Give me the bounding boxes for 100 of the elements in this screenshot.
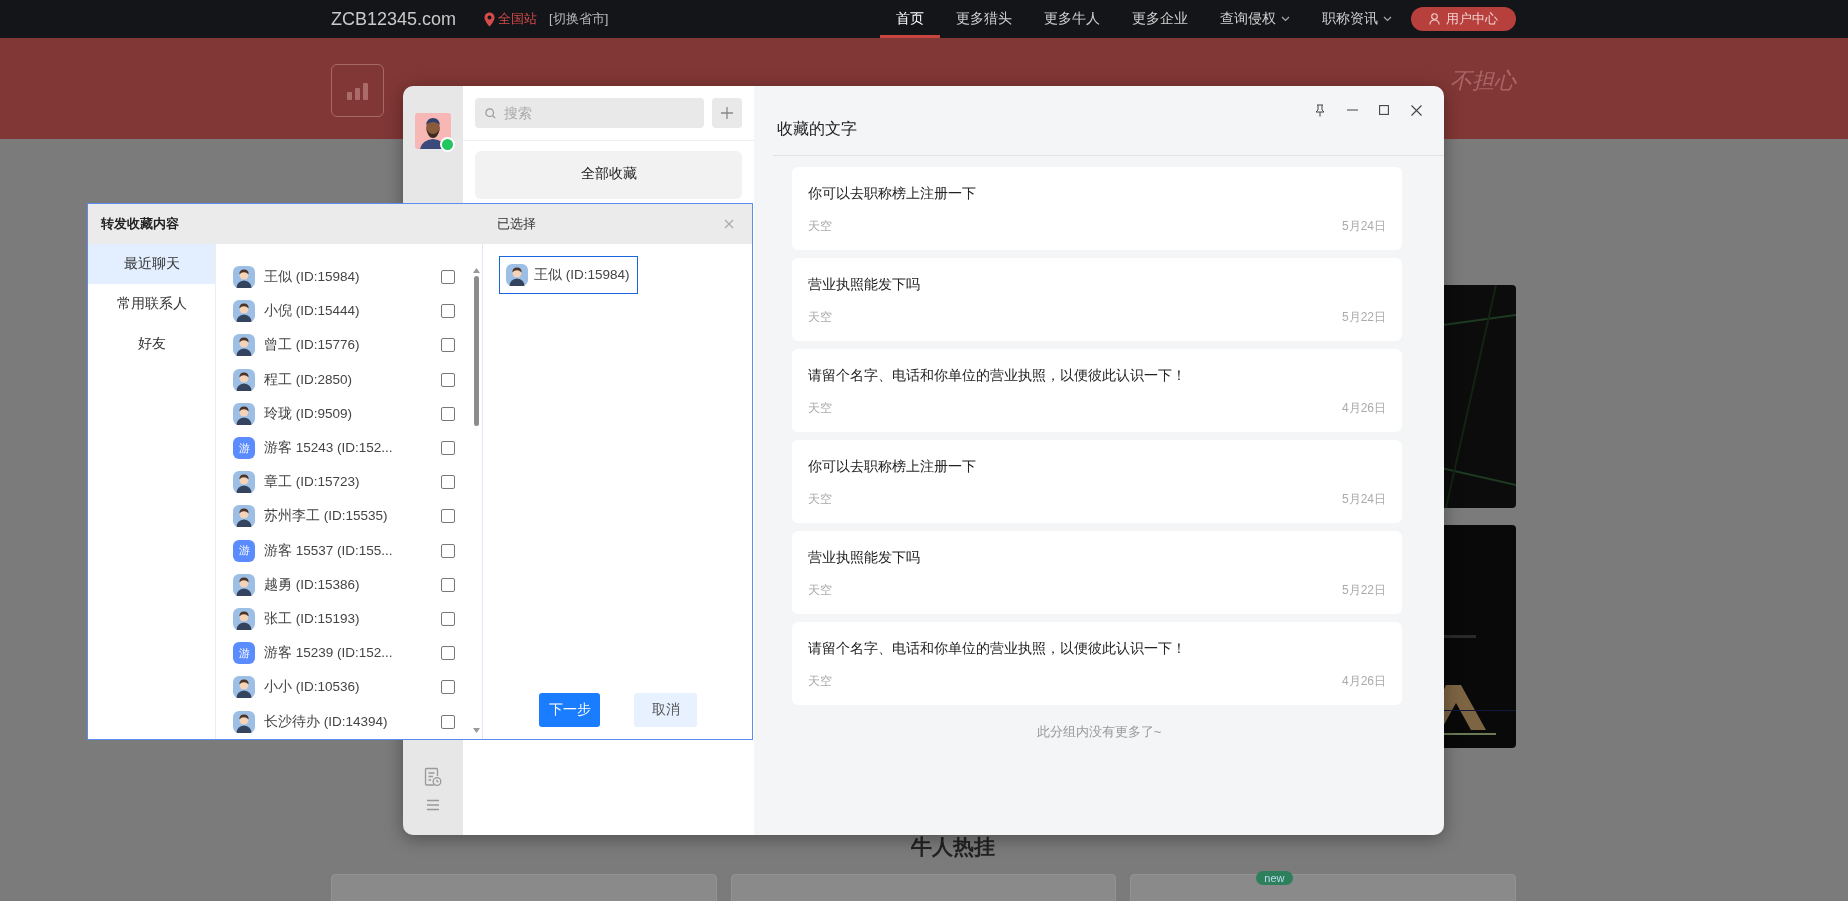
person-avatar-icon bbox=[233, 505, 255, 528]
person-avatar-icon bbox=[506, 264, 528, 286]
favorite-text: 请留个名字、电话和你单位的营业执照，以便彼此认识一下！ bbox=[808, 366, 1187, 385]
checkbox[interactable] bbox=[441, 304, 455, 319]
scroll-up-icon[interactable] bbox=[472, 268, 480, 273]
checkbox[interactable] bbox=[441, 680, 455, 695]
contact-name[interactable]: 游客 15537 (ID:155... bbox=[264, 541, 441, 560]
person-avatar-icon bbox=[233, 471, 255, 494]
favorite-text: 你可以去职称榜上注册一下 bbox=[808, 457, 977, 476]
checkbox[interactable] bbox=[441, 441, 455, 456]
person-avatar-icon bbox=[233, 300, 255, 323]
favorite-card[interactable]: 你可以去职称榜上注册一下 天空 5月24日 bbox=[792, 440, 1402, 523]
favorite-date: 5月22日 bbox=[1341, 309, 1386, 326]
contact-name[interactable]: 玲珑 (ID:9509) bbox=[264, 404, 441, 423]
new-badge: new bbox=[1256, 871, 1293, 885]
nav-link[interactable]: 更多牛人 bbox=[1028, 0, 1116, 38]
favorite-date: 4月26日 bbox=[1341, 400, 1386, 417]
author-name: 天空 bbox=[808, 491, 832, 508]
group-item[interactable]: 全部收藏 bbox=[475, 151, 742, 199]
nav-link[interactable]: 更多猎头 bbox=[940, 0, 1028, 38]
guest-avatar: 游 bbox=[233, 539, 255, 562]
favorite-text: 你可以去职称榜上注册一下 bbox=[808, 184, 977, 203]
person-avatar-icon bbox=[233, 710, 255, 733]
nav-link[interactable]: 更多企业 bbox=[1116, 0, 1204, 38]
favorite-date: 5月22日 bbox=[1341, 582, 1386, 599]
add-button[interactable] bbox=[712, 98, 742, 128]
contact-name[interactable]: 苏州李工 (ID:15535) bbox=[264, 507, 441, 526]
contact-name[interactable]: 张工 (ID:15193) bbox=[264, 609, 441, 628]
user-center-button[interactable]: 用户中心 bbox=[1411, 7, 1516, 31]
favorite-date: 4月26日 bbox=[1341, 673, 1386, 690]
dialog-title: 转发收藏内容 bbox=[100, 215, 180, 233]
scroll-down-icon[interactable] bbox=[472, 728, 480, 733]
switch-region-link[interactable]: [切换省市] bbox=[549, 10, 609, 28]
plus-icon bbox=[720, 106, 734, 120]
favorite-text: 营业执照能发下吗 bbox=[808, 548, 921, 567]
person-avatar-icon bbox=[233, 573, 255, 596]
checkbox[interactable] bbox=[441, 270, 455, 285]
contact-name[interactable]: 长沙待办 (ID:14394) bbox=[264, 712, 441, 731]
person-avatar-icon bbox=[233, 266, 255, 289]
cancel-button[interactable]: 取消 bbox=[634, 693, 697, 727]
person-avatar-icon bbox=[233, 402, 255, 425]
location-label: 全国站 bbox=[498, 10, 538, 28]
checkbox[interactable] bbox=[441, 577, 455, 592]
checkbox[interactable] bbox=[441, 372, 455, 387]
favorite-card[interactable]: 请留个名字、电话和你单位的营业执照，以便彼此认识一下！ 天空 4月26日 bbox=[792, 349, 1402, 432]
author-name: 天空 bbox=[808, 309, 832, 326]
search-icon bbox=[485, 108, 496, 119]
person-avatar-icon bbox=[233, 607, 255, 630]
contact-name[interactable]: 越勇 (ID:15386) bbox=[264, 575, 441, 594]
person-avatar-icon bbox=[233, 676, 255, 699]
person-avatar-icon bbox=[233, 334, 255, 357]
contact-name[interactable]: 章工 (ID:15723) bbox=[264, 473, 441, 492]
site-name[interactable]: ZCB12345.com bbox=[331, 8, 457, 30]
checkbox[interactable] bbox=[441, 611, 455, 626]
checkbox[interactable] bbox=[441, 475, 455, 490]
contact-name[interactable]: 游客 15239 (ID:152... bbox=[264, 644, 441, 663]
favorite-text: 请留个名字、电话和你单位的营业执照，以便彼此认识一下！ bbox=[808, 639, 1187, 658]
checkbox[interactable] bbox=[441, 338, 455, 353]
checkbox[interactable] bbox=[441, 646, 455, 661]
search-field[interactable]: 搜索 bbox=[475, 98, 704, 128]
chevron-down-icon bbox=[1383, 16, 1392, 22]
selected-heading: 已选择 bbox=[496, 215, 537, 233]
checkbox[interactable] bbox=[441, 543, 455, 558]
author-name: 天空 bbox=[808, 400, 832, 417]
guest-avatar: 游 bbox=[233, 642, 255, 665]
contact-name[interactable]: 游客 15243 (ID:152... bbox=[264, 439, 441, 458]
author-name: 天空 bbox=[808, 673, 832, 690]
favorite-card[interactable]: 请留个名字、电话和你单位的营业执照，以便彼此认识一下！ 天空 4月26日 bbox=[792, 622, 1402, 705]
next-button[interactable]: 下一步 bbox=[539, 693, 600, 727]
category-tab[interactable]: 好友 bbox=[88, 324, 215, 364]
contact-name[interactable]: 小倪 (ID:15444) bbox=[264, 302, 441, 321]
contact-name[interactable]: 程工 (ID:2850) bbox=[264, 370, 441, 389]
author-name: 天空 bbox=[808, 582, 832, 599]
notes-clock-icon[interactable] bbox=[424, 767, 442, 787]
person-avatar-icon bbox=[233, 368, 255, 391]
contact-name[interactable]: 王似 (ID:15984) bbox=[264, 268, 441, 287]
favorite-card[interactable]: 你可以去职称榜上注册一下 天空 5月24日 bbox=[792, 167, 1402, 250]
author-name: 天空 bbox=[808, 218, 832, 235]
selected-contact-chip[interactable]: 王似 (ID:15984) bbox=[499, 256, 638, 294]
favorite-date: 5月24日 bbox=[1341, 491, 1386, 508]
checkbox[interactable] bbox=[441, 714, 455, 729]
chevron-down-icon bbox=[1281, 16, 1290, 22]
menu-icon[interactable] bbox=[426, 799, 440, 811]
nav-link[interactable]: 查询侵权 bbox=[1204, 0, 1306, 38]
user-avatar-icon[interactable] bbox=[415, 113, 451, 149]
checkbox[interactable] bbox=[441, 509, 455, 524]
favorite-card[interactable]: 营业执照能发下吗 天空 5月22日 bbox=[792, 258, 1402, 341]
nav-link[interactable]: 职称资讯 bbox=[1306, 0, 1408, 38]
category-tab[interactable]: 常用联系人 bbox=[88, 284, 215, 324]
contact-name[interactable]: 曾工 (ID:15776) bbox=[264, 336, 441, 355]
panel-title: 收藏的文字 bbox=[777, 119, 857, 139]
favorite-card[interactable]: 营业执照能发下吗 天空 5月22日 bbox=[792, 531, 1402, 614]
section-heading: 牛人热挂 bbox=[910, 834, 996, 860]
guest-avatar: 游 bbox=[233, 437, 255, 460]
checkbox[interactable] bbox=[441, 406, 455, 421]
scrollbar-thumb[interactable] bbox=[473, 276, 479, 426]
contact-name[interactable]: 小小 (ID:10536) bbox=[264, 678, 441, 697]
end-of-list-note: 此分组内没有更多了~ bbox=[1035, 723, 1163, 741]
location-pin-icon bbox=[484, 11, 496, 27]
category-tab[interactable]: 最近聊天 bbox=[88, 244, 215, 284]
